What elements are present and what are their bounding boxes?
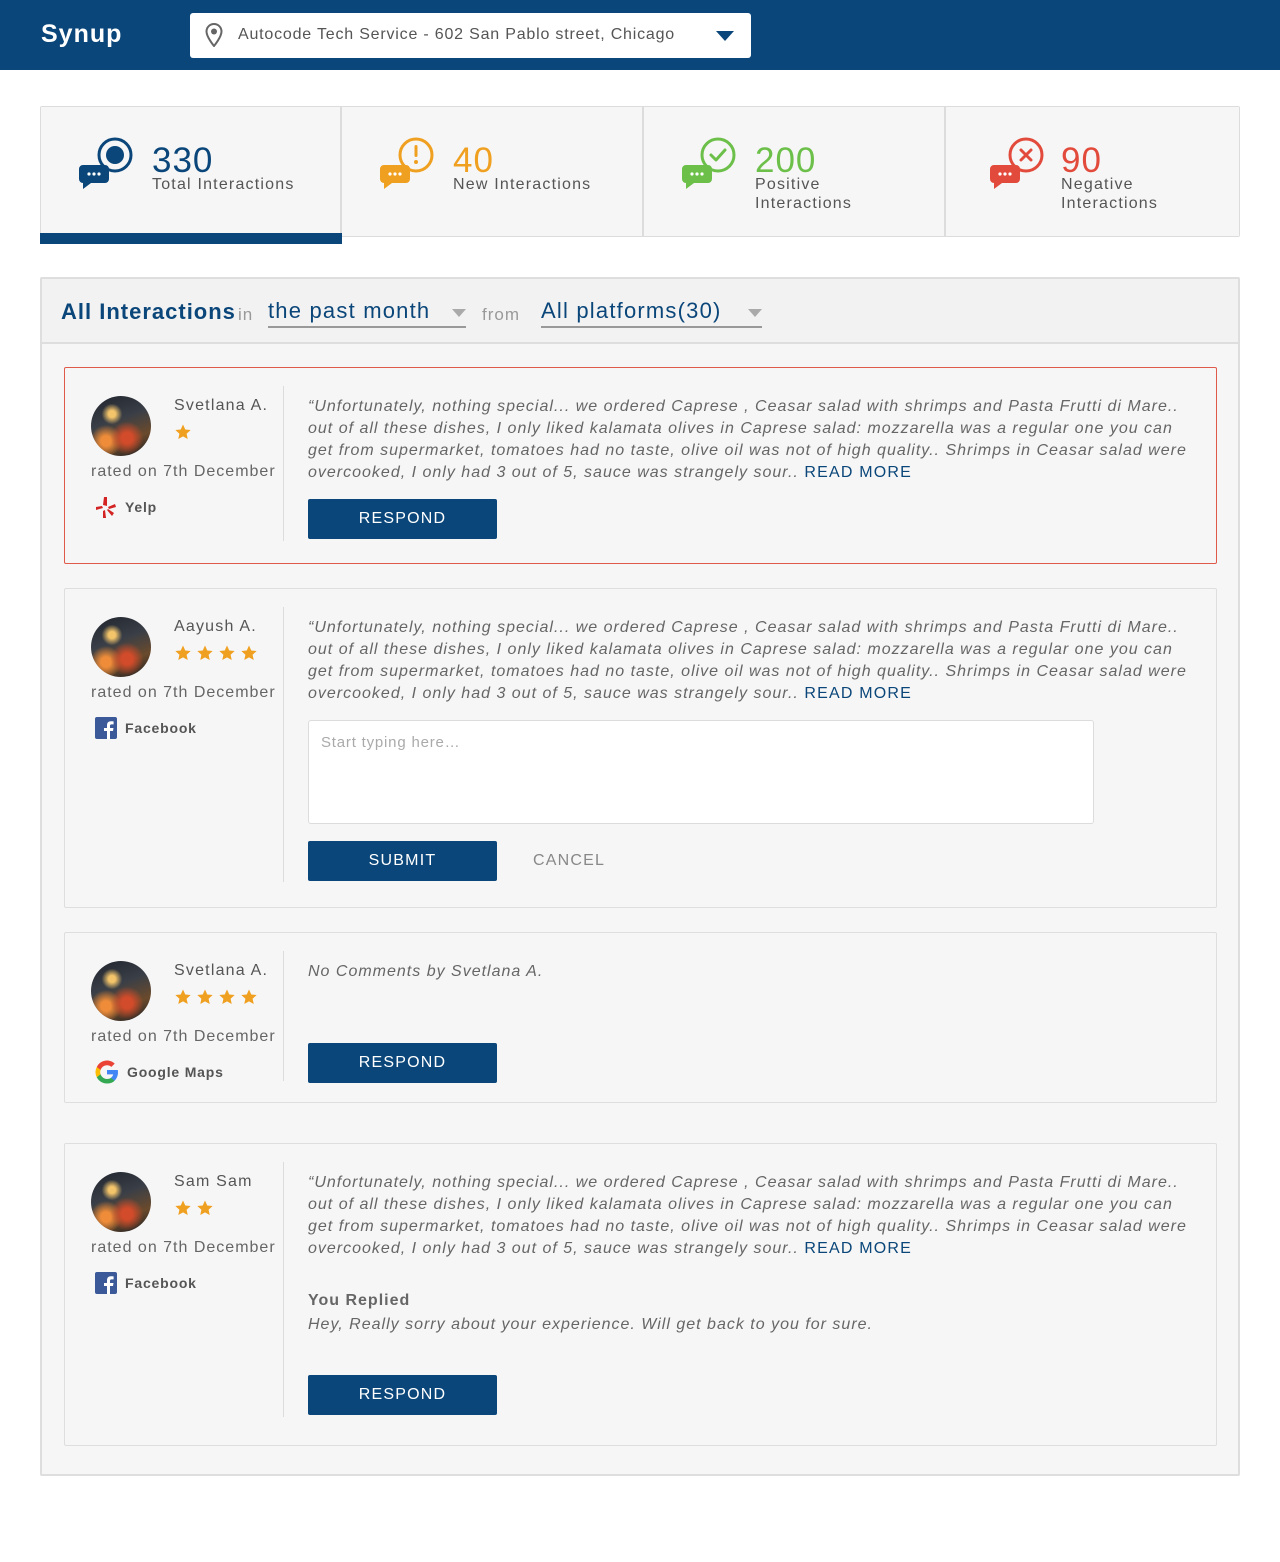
caret-down-icon	[452, 309, 466, 317]
replied-label: You Replied	[308, 1292, 411, 1309]
chat-check-icon	[682, 137, 736, 189]
filter-in-label: in	[238, 305, 254, 324]
stats-row: 330 Total Interactions 40 New Interactio…	[40, 106, 1240, 244]
stat-new-interactions[interactable]: 40 New Interactions	[342, 107, 644, 236]
respond-button[interactable]: RESPOND	[308, 1043, 497, 1083]
card-divider	[283, 951, 284, 1081]
avatar	[91, 396, 151, 456]
star-icon	[219, 989, 235, 1005]
reply-input[interactable]	[308, 720, 1094, 824]
respond-button[interactable]: RESPOND	[308, 1375, 497, 1415]
star-icon	[175, 1200, 191, 1216]
chat-dot-icon	[79, 137, 133, 189]
platform-badge: Facebook	[95, 1271, 197, 1295]
filter-bar: All Interactions in the past month from …	[42, 279, 1238, 344]
platform-name: Yelp	[125, 499, 157, 515]
platform-badge: Yelp	[95, 495, 157, 519]
reviewer-name: Aayush A.	[174, 618, 257, 635]
stat-label: New Interactions	[453, 176, 592, 193]
review-text: “Unfortunately, nothing special... we or…	[308, 396, 1198, 484]
read-more-link[interactable]: READ MORE	[804, 1240, 912, 1257]
stat-value: 330	[152, 141, 214, 180]
caret-down-icon	[748, 309, 762, 317]
review-card: Aayush A. rated on 7th December Facebook…	[64, 588, 1217, 908]
star-icon	[175, 989, 191, 1005]
interactions-panel: All Interactions in the past month from …	[40, 277, 1240, 1476]
rated-date: rated on 7th December	[91, 1239, 276, 1256]
location-pin-icon	[205, 23, 223, 47]
star-icon	[197, 645, 213, 661]
platform-name: Google Maps	[127, 1064, 224, 1080]
stat-positive-interactions[interactable]: 200 Positive Interactions	[644, 107, 946, 236]
avatar	[91, 617, 151, 677]
review-text: “Unfortunately, nothing special... we or…	[308, 1172, 1198, 1260]
star-icon	[197, 1200, 213, 1216]
stat-label: Positive Interactions	[755, 176, 853, 212]
stat-value: 40	[453, 141, 494, 180]
top-bar: Synup Autocode Tech Service - 602 San Pa…	[0, 0, 1280, 70]
location-select-value: Autocode Tech Service - 602 San Pablo st…	[238, 26, 676, 43]
review-text: “Unfortunately, nothing special... we or…	[308, 617, 1198, 705]
facebook-icon	[95, 1272, 117, 1294]
platform-badge: Google Maps	[95, 1060, 224, 1084]
platform-badge: Facebook	[95, 716, 197, 740]
star-rating	[174, 423, 192, 443]
stat-value: 90	[1061, 141, 1102, 180]
platform-name: Facebook	[125, 720, 197, 736]
review-text: No Comments by Svetlana A.	[308, 963, 544, 980]
review-card: Svetlana A. rated on 7th December Yelp “…	[64, 367, 1217, 564]
period-value: the past month	[268, 298, 431, 323]
reviewer-name: Sam Sam	[174, 1173, 253, 1190]
reviewer-name: Svetlana A.	[174, 962, 269, 979]
chat-alert-icon	[380, 137, 434, 189]
reviewer-name: Svetlana A.	[174, 397, 269, 414]
google-icon	[95, 1060, 118, 1084]
stat-value: 200	[755, 141, 817, 180]
submit-button[interactable]: SUBMIT	[308, 841, 497, 881]
chat-x-icon	[990, 137, 1044, 189]
rated-date: rated on 7th December	[91, 1028, 276, 1045]
star-icon	[241, 989, 257, 1005]
read-more-link[interactable]: READ MORE	[804, 464, 912, 481]
stat-label: Total Interactions	[152, 176, 295, 193]
review-body: “Unfortunately, nothing special... we or…	[308, 398, 1187, 481]
read-more-link[interactable]: READ MORE	[804, 685, 912, 702]
card-divider	[283, 607, 284, 882]
rated-date: rated on 7th December	[91, 463, 276, 480]
stat-total-interactions[interactable]: 330 Total Interactions	[40, 107, 342, 244]
filter-from-label: from	[482, 305, 520, 324]
review-card: Sam Sam rated on 7th December Facebook “…	[64, 1143, 1217, 1446]
stat-label: Negative Interactions	[1061, 176, 1159, 212]
respond-button[interactable]: RESPOND	[308, 499, 497, 539]
card-divider	[283, 1162, 284, 1417]
platform-dropdown[interactable]: All platforms(30)	[541, 298, 762, 328]
facebook-icon	[95, 717, 117, 739]
platform-value: All platforms(30)	[541, 298, 722, 323]
rated-date: rated on 7th December	[91, 684, 276, 701]
period-dropdown[interactable]: the past month	[268, 298, 466, 328]
chevron-down-icon[interactable]	[716, 31, 734, 41]
star-icon	[175, 645, 191, 661]
platform-name: Facebook	[125, 1275, 197, 1291]
star-rating	[174, 1199, 214, 1219]
star-rating	[174, 644, 258, 664]
replied-text: Hey, Really sorry about your experience.…	[308, 1316, 873, 1333]
avatar	[91, 961, 151, 1021]
location-select[interactable]: Autocode Tech Service - 602 San Pablo st…	[190, 13, 751, 58]
panel-title: All Interactions	[61, 299, 236, 324]
brand-logo[interactable]: Synup	[41, 20, 122, 49]
review-body: “Unfortunately, nothing special... we or…	[308, 1174, 1187, 1257]
star-icon	[197, 989, 213, 1005]
card-divider	[283, 386, 284, 541]
yelp-icon	[96, 497, 116, 518]
review-card: Svetlana A. rated on 7th December Google…	[64, 932, 1217, 1103]
star-icon	[175, 424, 191, 440]
star-icon	[219, 645, 235, 661]
cancel-button[interactable]: CANCEL	[533, 841, 605, 881]
star-rating	[174, 988, 258, 1008]
avatar	[91, 1172, 151, 1232]
review-body: “Unfortunately, nothing special... we or…	[308, 619, 1187, 702]
star-icon	[241, 645, 257, 661]
stat-negative-interactions[interactable]: 90 Negative Interactions	[946, 107, 1239, 236]
